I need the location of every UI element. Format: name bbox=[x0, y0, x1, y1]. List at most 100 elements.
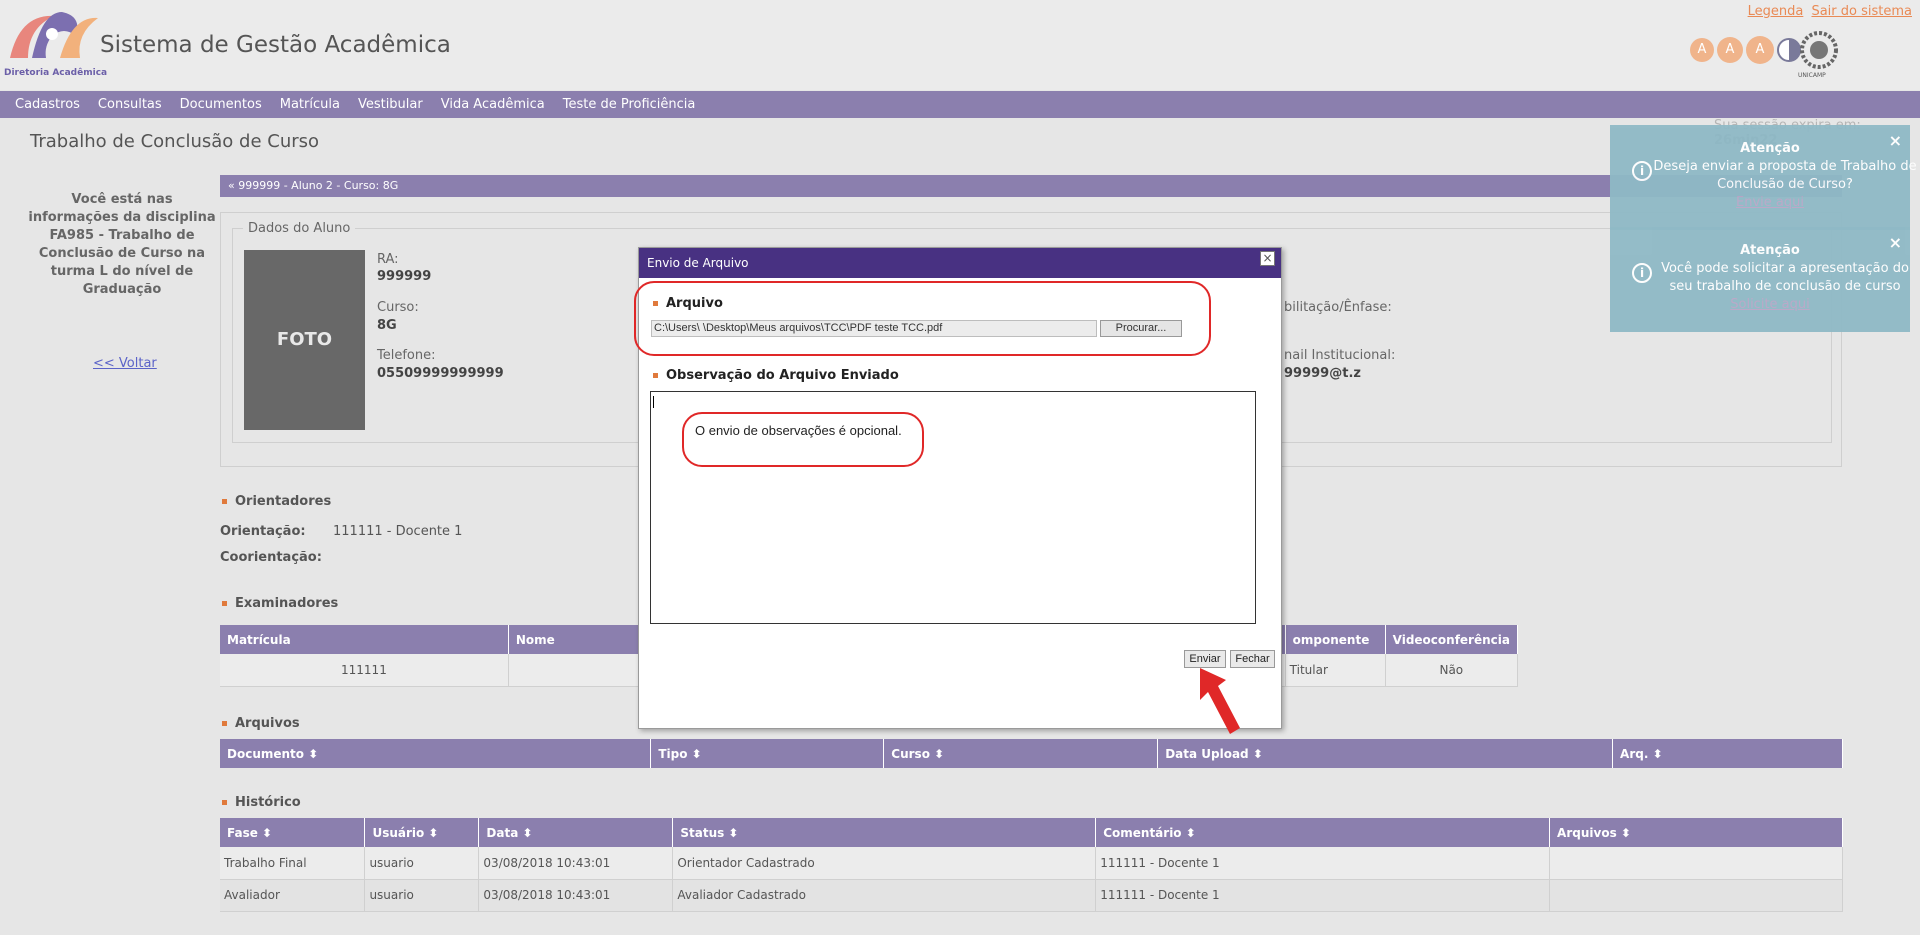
annotation-arrow-icon bbox=[1200, 668, 1240, 734]
arquivos-table: Documento ⬍ Tipo ⬍ Curso ⬍ Data Upload ⬍… bbox=[220, 739, 1843, 768]
main-menu: Cadastros Consultas Documentos Matrícula Ves… bbox=[0, 91, 1920, 118]
cell bbox=[1549, 879, 1843, 912]
orientadores-title: Orientadores bbox=[235, 494, 332, 509]
table-row: Trabalho Final usuario 03/08/2018 10:43:… bbox=[220, 847, 1843, 880]
legend-link[interactable]: Legenda bbox=[1748, 4, 1804, 19]
bullet-icon bbox=[653, 373, 658, 378]
col-curso[interactable]: Curso ⬍ bbox=[883, 739, 1159, 768]
cell: 03/08/2018 10:43:01 bbox=[478, 879, 674, 912]
bullet-icon bbox=[222, 800, 227, 805]
font-size-a-medium[interactable]: A bbox=[1717, 37, 1743, 63]
col-componente[interactable]: omponente bbox=[1285, 625, 1386, 654]
menu-teste-proficiencia[interactable]: Teste de Proficiência bbox=[548, 91, 696, 118]
cell bbox=[1549, 847, 1843, 880]
telefone-value: 05509999999999 bbox=[377, 366, 504, 381]
historico-title: Histórico bbox=[235, 795, 301, 810]
page-title: Trabalho de Conclusão de Curso bbox=[30, 131, 320, 152]
cell: Avaliador Cadastrado bbox=[672, 879, 1097, 912]
text-cursor bbox=[653, 396, 654, 408]
menu-matricula[interactable]: Matrícula bbox=[265, 91, 340, 118]
back-link[interactable]: << Voltar bbox=[93, 356, 157, 371]
bullet-icon bbox=[222, 499, 227, 504]
font-size-a-large[interactable]: A bbox=[1746, 36, 1774, 64]
cell: Orientador Cadastrado bbox=[672, 847, 1097, 880]
menu-vestibular[interactable]: Vestibular bbox=[343, 91, 423, 118]
cell: usuario bbox=[364, 879, 480, 912]
col-status[interactable]: Status ⬍ bbox=[672, 818, 1097, 847]
font-size-a-small[interactable]: A bbox=[1690, 38, 1714, 62]
col-data-upload[interactable]: Data Upload ⬍ bbox=[1157, 739, 1614, 768]
ra-value: 999999 bbox=[377, 269, 432, 284]
col-arquivos[interactable]: Arquivos ⬍ bbox=[1549, 818, 1843, 847]
cell: usuario bbox=[364, 847, 480, 880]
discipline-info: Você está nas informações da disciplina … bbox=[28, 192, 216, 297]
accessibility-logos: AAA UNICAMP bbox=[1690, 31, 1840, 82]
col-usuario[interactable]: Usuário ⬍ bbox=[364, 818, 480, 847]
orientadores-heading: Orientadores bbox=[222, 494, 331, 509]
unicamp-caption: UNICAMP bbox=[1798, 72, 1826, 79]
col-arq[interactable]: Arq. ⬍ bbox=[1612, 739, 1843, 768]
examinadores-title: Examinadores bbox=[235, 596, 339, 611]
historico-table: Fase ⬍ Usuário ⬍ Data ⬍ Status ⬍ Comentá… bbox=[220, 818, 1843, 912]
menu-vida-academica[interactable]: Vida Acadêmica bbox=[426, 91, 545, 118]
email-label: nail Institucional: bbox=[1284, 348, 1396, 363]
bullet-icon bbox=[222, 601, 227, 606]
menu-cadastros[interactable]: Cadastros bbox=[0, 91, 80, 118]
cell: 111111 - Docente 1 bbox=[1095, 879, 1551, 912]
cell: Não bbox=[1385, 654, 1519, 687]
ra-label: RA: bbox=[377, 252, 399, 267]
cell: Titular bbox=[1285, 654, 1386, 687]
col-comentario[interactable]: Comentário ⬍ bbox=[1095, 818, 1551, 847]
close-icon[interactable]: × bbox=[1889, 131, 1902, 150]
examinadores-heading: Examinadores bbox=[222, 596, 338, 611]
cell: Trabalho Final bbox=[220, 847, 366, 880]
cell: 111111 bbox=[220, 654, 509, 687]
toast-message: Deseja enviar a proposta de Trabalho de … bbox=[1653, 159, 1917, 192]
annotation-file-oval bbox=[634, 281, 1211, 356]
col-data[interactable]: Data ⬍ bbox=[478, 818, 674, 847]
toast-title: Atenção bbox=[1740, 243, 1800, 258]
arquivos-heading: Arquivos bbox=[222, 716, 300, 731]
logout-link[interactable]: Sair do sistema bbox=[1811, 4, 1912, 19]
info-icon: i bbox=[1632, 161, 1652, 181]
coorientacao-label: Coorientação: bbox=[220, 550, 322, 565]
bullet-icon bbox=[222, 721, 227, 726]
unicamp-logo bbox=[1800, 31, 1838, 69]
col-matricula[interactable]: Matrícula bbox=[220, 625, 509, 654]
toast-link[interactable]: Solicite aqui bbox=[1610, 297, 1920, 312]
col-tipo[interactable]: Tipo ⬍ bbox=[650, 739, 885, 768]
toast-apresentacao: i Atenção Você pode solicitar a apresent… bbox=[1610, 227, 1910, 332]
arquivos-title: Arquivos bbox=[235, 716, 300, 731]
close-icon[interactable]: × bbox=[1889, 233, 1902, 252]
historico-heading: Histórico bbox=[222, 795, 301, 810]
annotation-note-oval bbox=[682, 412, 924, 467]
dialog-title: Envio de Arquivo bbox=[639, 248, 1281, 278]
orientacao-label: Orientação: bbox=[220, 524, 306, 539]
col-videoconferencia[interactable]: Videoconferência bbox=[1385, 625, 1519, 654]
toast-proposta: i Atenção Deseja enviar a proposta de Tr… bbox=[1610, 125, 1917, 230]
observacao-heading: Observação do Arquivo Enviado bbox=[653, 368, 899, 383]
toast-message: Você pode solicitar a apresentação do se… bbox=[1661, 261, 1909, 294]
top-links: Legenda Sair do sistema bbox=[1744, 4, 1912, 19]
toast-link[interactable]: Envie aqui bbox=[1610, 195, 1920, 210]
menu-documentos[interactable]: Documentos bbox=[165, 91, 262, 118]
cell: 03/08/2018 10:43:01 bbox=[478, 847, 674, 880]
col-documento[interactable]: Documento ⬍ bbox=[220, 739, 652, 768]
toast-title: Atenção bbox=[1740, 141, 1800, 156]
habilitacao-label: bilitação/Ênfase: bbox=[1284, 300, 1392, 315]
curso-label: Curso: bbox=[377, 300, 419, 315]
menu-consultas[interactable]: Consultas bbox=[83, 91, 162, 118]
telefone-label: Telefone: bbox=[377, 348, 436, 363]
student-bar[interactable]: « 999999 - Aluno 2 - Curso: 8G bbox=[220, 175, 1842, 197]
observacao-label: Observação do Arquivo Enviado bbox=[666, 368, 899, 383]
logo-caption: Diretoria Acadêmica bbox=[4, 68, 108, 78]
info-icon: i bbox=[1632, 263, 1652, 283]
cell: 111111 - Docente 1 bbox=[1095, 847, 1551, 880]
table-row: Avaliador usuario 03/08/2018 10:43:01 Av… bbox=[220, 879, 1843, 912]
close-icon[interactable]: × bbox=[1260, 251, 1275, 266]
col-fase[interactable]: Fase ⬍ bbox=[220, 818, 366, 847]
orientacao-value: 111111 - Docente 1 bbox=[333, 524, 463, 539]
student-fieldset-legend: Dados do Aluno bbox=[243, 221, 356, 236]
system-title: Sistema de Gestão Acadêmica bbox=[100, 32, 451, 58]
cell: Avaliador bbox=[220, 879, 366, 912]
